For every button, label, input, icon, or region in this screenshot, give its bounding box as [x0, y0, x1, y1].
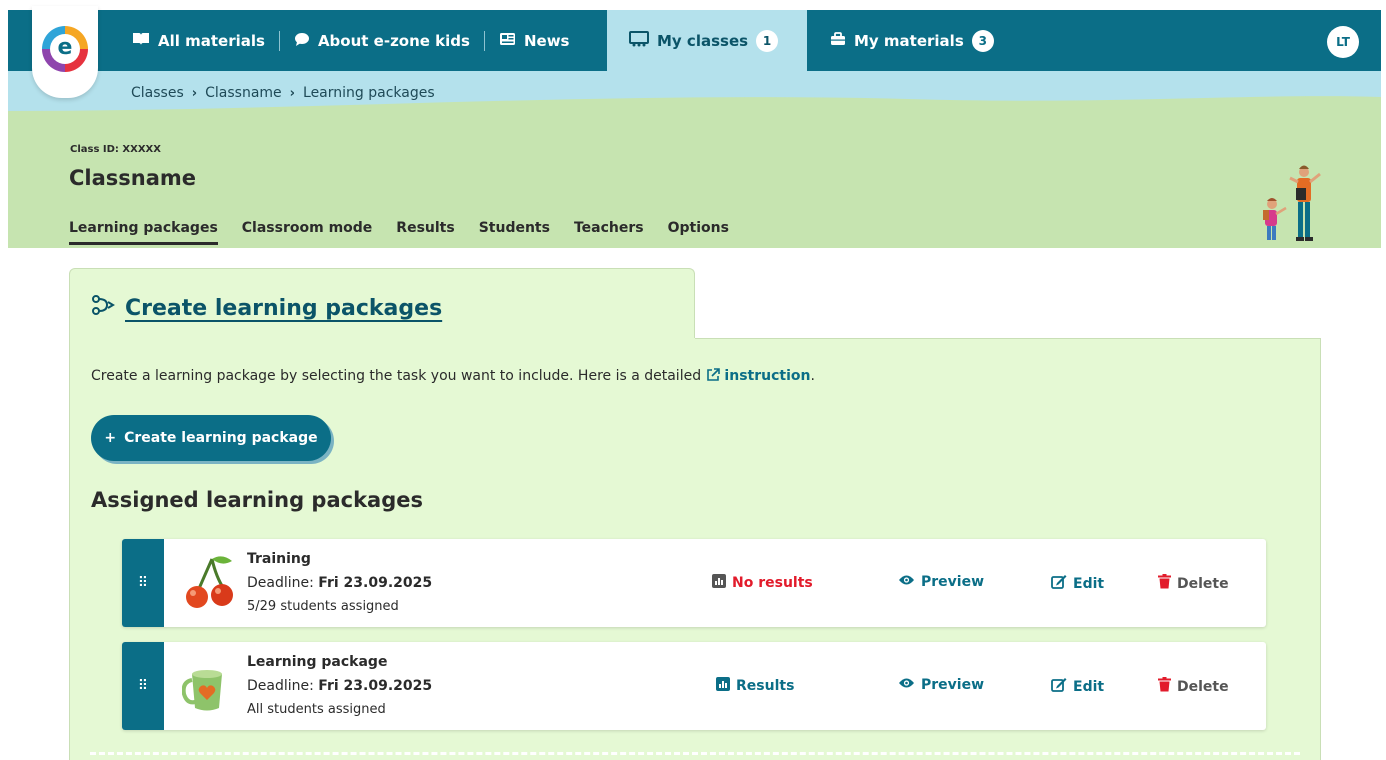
- intro-description: Create a learning package by selecting t…: [91, 368, 702, 384]
- tab-options[interactable]: Options: [668, 220, 729, 245]
- eye-icon: [898, 677, 915, 693]
- package-name: Learning package: [247, 654, 388, 670]
- status-label: Results: [736, 678, 795, 694]
- preview-button[interactable]: Preview: [898, 677, 984, 693]
- nav-news-label: News: [523, 31, 570, 50]
- nav-about-label: About e-zone kids: [317, 31, 470, 50]
- delete-label: Delete: [1177, 678, 1229, 695]
- trash-icon: [1158, 677, 1171, 696]
- my-materials-count-badge: 3: [971, 29, 994, 52]
- chat-icon: [294, 32, 310, 50]
- newspaper-icon: [499, 32, 516, 49]
- bar-chart-icon: [716, 677, 730, 695]
- package-assigned-count: 5/29 students assigned: [247, 599, 399, 614]
- cherries-icon: [186, 556, 233, 608]
- edit-button[interactable]: Edit: [1051, 574, 1104, 593]
- main-nav: All materials About e-zone kids News: [130, 10, 571, 71]
- drag-handle-icon[interactable]: ⠿: [122, 539, 164, 627]
- nav-divider: [483, 30, 485, 51]
- intro-text: Create a learning package by selecting t…: [91, 368, 815, 384]
- edit-button[interactable]: Edit: [1051, 677, 1104, 696]
- nav-all-materials[interactable]: All materials: [130, 10, 267, 71]
- create-button-label: Create learning package: [124, 430, 318, 446]
- edit-label: Edit: [1073, 575, 1105, 592]
- breadcrumb-learning-packages: Learning packages: [303, 85, 435, 101]
- card-title-text: Create learning packages: [125, 295, 443, 321]
- class-name: Classname: [69, 166, 197, 190]
- tab-learning-packages[interactable]: Learning packages: [69, 220, 218, 245]
- eye-icon: [898, 574, 915, 590]
- class-id: Class ID: XXXXX: [70, 144, 161, 155]
- class-subtabs: Learning packages Classroom mode Results…: [69, 220, 729, 245]
- create-learning-package-button[interactable]: + Create learning package: [91, 415, 331, 461]
- nav-all-materials-label: All materials: [158, 31, 265, 50]
- nav-my-classes[interactable]: My classes 1: [607, 10, 807, 71]
- external-link-icon: [706, 368, 725, 384]
- nav-my-materials-label: My materials: [854, 31, 964, 50]
- drag-handle-icon[interactable]: ⠿: [122, 642, 164, 730]
- nav-divider: [278, 30, 280, 51]
- intro-end: .: [810, 368, 815, 384]
- bar-chart-icon: [712, 574, 726, 592]
- breadcrumb: Classes › Classname › Learning packages: [131, 85, 435, 101]
- instruction-link[interactable]: instruction: [706, 368, 811, 384]
- nav-my-materials[interactable]: My materials 3: [830, 10, 994, 71]
- mug-heart-icon: [182, 670, 222, 711]
- classroom-icon: [629, 31, 649, 50]
- edit-icon: [1051, 574, 1067, 593]
- my-classes-count-badge: 1: [756, 29, 779, 52]
- delete-button[interactable]: Delete: [1158, 574, 1229, 593]
- ezone-logo[interactable]: e: [32, 6, 98, 98]
- teacher-student-illustration: [1263, 165, 1321, 241]
- package-assigned-count: All students assigned: [247, 702, 386, 717]
- book-icon: [132, 32, 150, 49]
- plus-icon: +: [104, 430, 117, 446]
- tab-students[interactable]: Students: [479, 220, 550, 245]
- nav-about[interactable]: About e-zone kids: [292, 10, 472, 71]
- dashed-separator: [90, 752, 1300, 755]
- delete-button[interactable]: Delete: [1158, 677, 1229, 696]
- preview-label: Preview: [921, 677, 985, 693]
- deadline-value: Fri 23.09.2025: [318, 575, 433, 591]
- package-row: ⠿ Learning package Deadline: Fri 23.09.2…: [122, 642, 1266, 730]
- create-learning-packages-heading[interactable]: Create learning packages: [91, 294, 442, 322]
- chevron-right-icon: ›: [289, 85, 296, 101]
- results-link[interactable]: Results: [716, 677, 794, 695]
- preview-label: Preview: [921, 574, 985, 590]
- nav-my-classes-label: My classes: [657, 31, 749, 50]
- route-icon: [91, 294, 117, 322]
- package-row: ⠿ Training Deadline: Fri 23.09.2025 5/29…: [122, 539, 1266, 627]
- trash-icon: [1158, 574, 1171, 593]
- tab-classroom-mode[interactable]: Classroom mode: [242, 220, 373, 245]
- tab-teachers[interactable]: Teachers: [574, 220, 644, 245]
- nav-news[interactable]: News: [497, 10, 572, 71]
- card-divider: [695, 338, 1321, 339]
- deadline-label: Deadline:: [247, 575, 314, 591]
- no-results-status[interactable]: No results: [712, 574, 813, 592]
- status-label: No results: [732, 575, 813, 591]
- logo-mark: e: [42, 26, 88, 72]
- chevron-right-icon: ›: [191, 85, 198, 101]
- instruction-link-label: instruction: [724, 368, 811, 384]
- user-avatar[interactable]: LT: [1327, 26, 1359, 58]
- tab-results[interactable]: Results: [396, 220, 454, 245]
- assigned-packages-heading: Assigned learning packages: [91, 488, 423, 512]
- briefcase-icon: [830, 32, 846, 49]
- breadcrumb-classes[interactable]: Classes: [131, 85, 184, 101]
- breadcrumb-classname[interactable]: Classname: [205, 85, 282, 101]
- package-deadline: Deadline: Fri 23.09.2025: [247, 678, 432, 694]
- deadline-label: Deadline:: [247, 678, 314, 694]
- logo-letter: e: [50, 34, 80, 64]
- delete-label: Delete: [1177, 575, 1229, 592]
- package-deadline: Deadline: Fri 23.09.2025: [247, 575, 432, 591]
- preview-button[interactable]: Preview: [898, 574, 984, 590]
- edit-icon: [1051, 677, 1067, 696]
- deadline-value: Fri 23.09.2025: [318, 678, 433, 694]
- package-name: Training: [247, 551, 311, 567]
- edit-label: Edit: [1073, 678, 1105, 695]
